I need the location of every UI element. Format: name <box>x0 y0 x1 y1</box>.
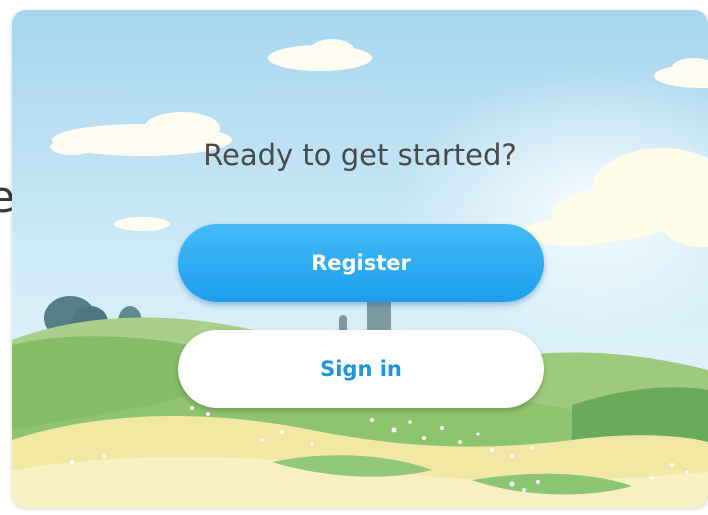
page-title: Ready to get started? <box>203 138 517 172</box>
page: e Ready to get started? Register Sign in <box>0 0 708 515</box>
welcome-card: Ready to get started? Register Sign in <box>12 10 708 508</box>
sign-in-button[interactable]: Sign in <box>178 330 544 408</box>
register-button[interactable]: Register <box>178 224 544 302</box>
cloud-small-left <box>114 217 170 231</box>
